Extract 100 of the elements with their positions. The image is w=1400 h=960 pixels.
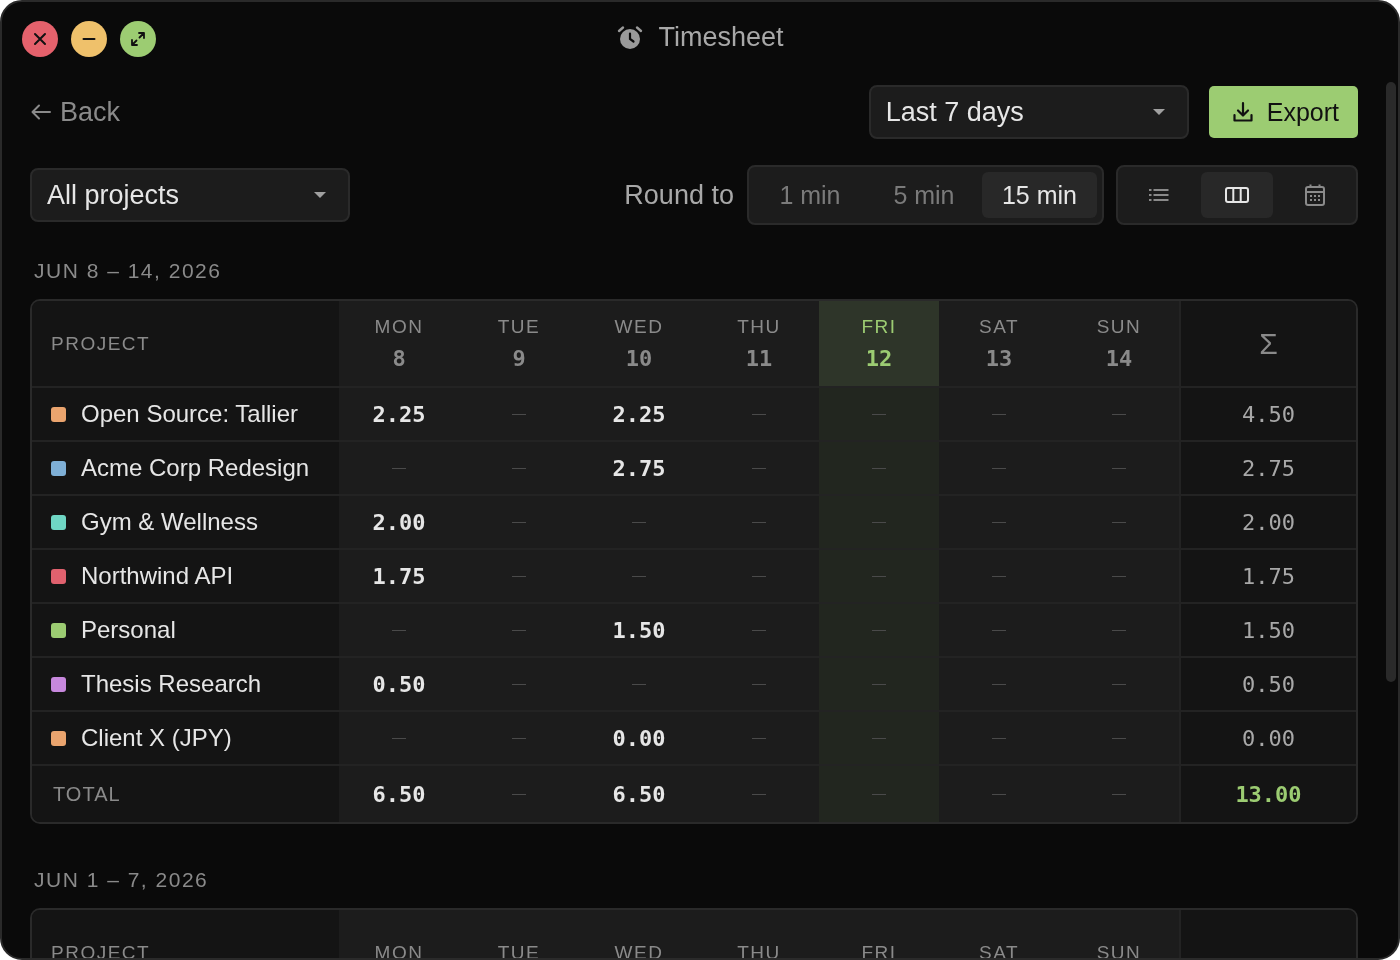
day-column-header: FRI <box>819 910 939 958</box>
hours-cell: 2.25 <box>612 401 666 427</box>
hours-cell: 2.75 <box>612 455 666 481</box>
download-icon <box>1230 100 1255 124</box>
day-column-header: THU <box>699 910 819 958</box>
calendar-icon <box>1304 183 1326 207</box>
project-name: Personal <box>81 616 176 644</box>
week-heading: JUN 1 – 7, 2026 <box>33 868 210 892</box>
empty-dash <box>512 629 526 631</box>
empty-dash <box>872 793 886 795</box>
back-link[interactable]: Back <box>30 96 121 128</box>
empty-dash <box>992 629 1006 631</box>
project-name: Gym & Wellness <box>81 508 258 536</box>
hours-cell: 0.00 <box>612 725 666 751</box>
empty-dash <box>752 413 766 415</box>
empty-dash <box>1112 467 1126 469</box>
empty-dash <box>512 467 526 469</box>
empty-dash <box>752 793 766 795</box>
row-total: 1.75 <box>1242 563 1295 589</box>
empty-dash <box>992 467 1006 469</box>
row-total: 2.00 <box>1242 509 1295 535</box>
day-column-header: TUE 9 <box>459 301 579 386</box>
empty-dash <box>632 683 646 685</box>
close-button[interactable] <box>22 21 58 57</box>
empty-dash <box>752 683 766 685</box>
back-arrow-icon <box>30 103 52 121</box>
empty-dash <box>872 683 886 685</box>
day-column-header: SAT 13 <box>939 301 1059 386</box>
project-name: Thesis Research <box>81 670 262 698</box>
empty-dash <box>1112 521 1126 523</box>
empty-dash <box>512 793 526 795</box>
rounding-option[interactable]: 5 min <box>867 172 980 218</box>
minimize-button[interactable] <box>71 21 107 57</box>
empty-dash <box>512 575 526 577</box>
window-title: Timesheet <box>658 22 784 53</box>
list-icon <box>1148 187 1170 203</box>
empty-dash <box>512 413 526 415</box>
day-column-header: MON 8 <box>339 301 459 386</box>
empty-dash <box>752 575 766 577</box>
caret-icon <box>1152 109 1165 115</box>
row-total: 2.75 <box>1242 455 1295 481</box>
project-name: Northwind API <box>81 562 234 590</box>
empty-dash <box>632 521 646 523</box>
empty-dash <box>752 467 766 469</box>
scrollbar[interactable] <box>1386 82 1396 682</box>
project-name: Client X (JPY) <box>81 724 232 752</box>
empty-dash <box>1112 629 1126 631</box>
columns-view-button[interactable] <box>1201 172 1273 218</box>
sum-column-header: Σ <box>1259 326 1278 361</box>
empty-dash <box>1112 737 1126 739</box>
empty-dash <box>392 737 406 739</box>
empty-dash <box>992 575 1006 577</box>
empty-dash <box>992 413 1006 415</box>
day-column-header: FRI 12 <box>819 301 939 386</box>
day-column-header: MON <box>339 910 459 958</box>
rounding-option[interactable]: 1 min <box>753 172 866 218</box>
grand-total: 13.00 <box>1235 781 1302 807</box>
empty-dash <box>992 521 1006 523</box>
empty-dash <box>752 629 766 631</box>
total-label: TOTAL <box>52 782 121 806</box>
column-header: PROJECT <box>51 332 151 355</box>
empty-dash <box>872 575 886 577</box>
round-to-label: Round to <box>624 179 734 211</box>
empty-dash <box>512 683 526 685</box>
rounding-option[interactable]: 15 min <box>981 172 1097 218</box>
day-column-header: WED <box>579 910 699 958</box>
hours-cell: 0.50 <box>372 671 426 697</box>
caret-icon <box>314 192 326 198</box>
day-column-header: WED 10 <box>579 301 699 386</box>
empty-dash <box>752 737 766 739</box>
day-column-header: THU 11 <box>699 301 819 386</box>
project-filter-dropdown[interactable]: All projects <box>30 168 350 222</box>
empty-dash <box>392 629 406 631</box>
day-total: 6.50 <box>612 781 666 807</box>
empty-dash <box>872 467 886 469</box>
column-header: PROJECT <box>51 941 151 958</box>
alarm-clock-icon <box>616 24 645 51</box>
week-heading: JUN 8 – 14, 2026 <box>33 259 223 283</box>
maximize-button[interactable] <box>120 21 156 57</box>
date-range-dropdown[interactable]: Last 7 days <box>868 85 1189 139</box>
empty-dash <box>1112 683 1126 685</box>
empty-dash <box>1112 793 1126 795</box>
empty-dash <box>1112 575 1126 577</box>
day-column-header: TUE <box>459 910 579 958</box>
export-button[interactable]: Export <box>1208 86 1358 138</box>
empty-dash <box>872 737 886 739</box>
expand-icon <box>130 31 146 47</box>
row-total: 4.50 <box>1242 401 1295 427</box>
empty-dash <box>512 521 526 523</box>
project-name: Acme Corp Redesign <box>81 454 310 482</box>
empty-dash <box>392 467 406 469</box>
empty-dash <box>992 737 1006 739</box>
empty-dash <box>992 793 1006 795</box>
row-total: 0.00 <box>1242 725 1295 751</box>
empty-dash <box>992 683 1006 685</box>
empty-dash <box>872 413 886 415</box>
empty-dash <box>752 521 766 523</box>
day-total: 6.50 <box>372 781 426 807</box>
empty-dash <box>872 629 886 631</box>
hours-cell: 1.50 <box>612 617 666 643</box>
